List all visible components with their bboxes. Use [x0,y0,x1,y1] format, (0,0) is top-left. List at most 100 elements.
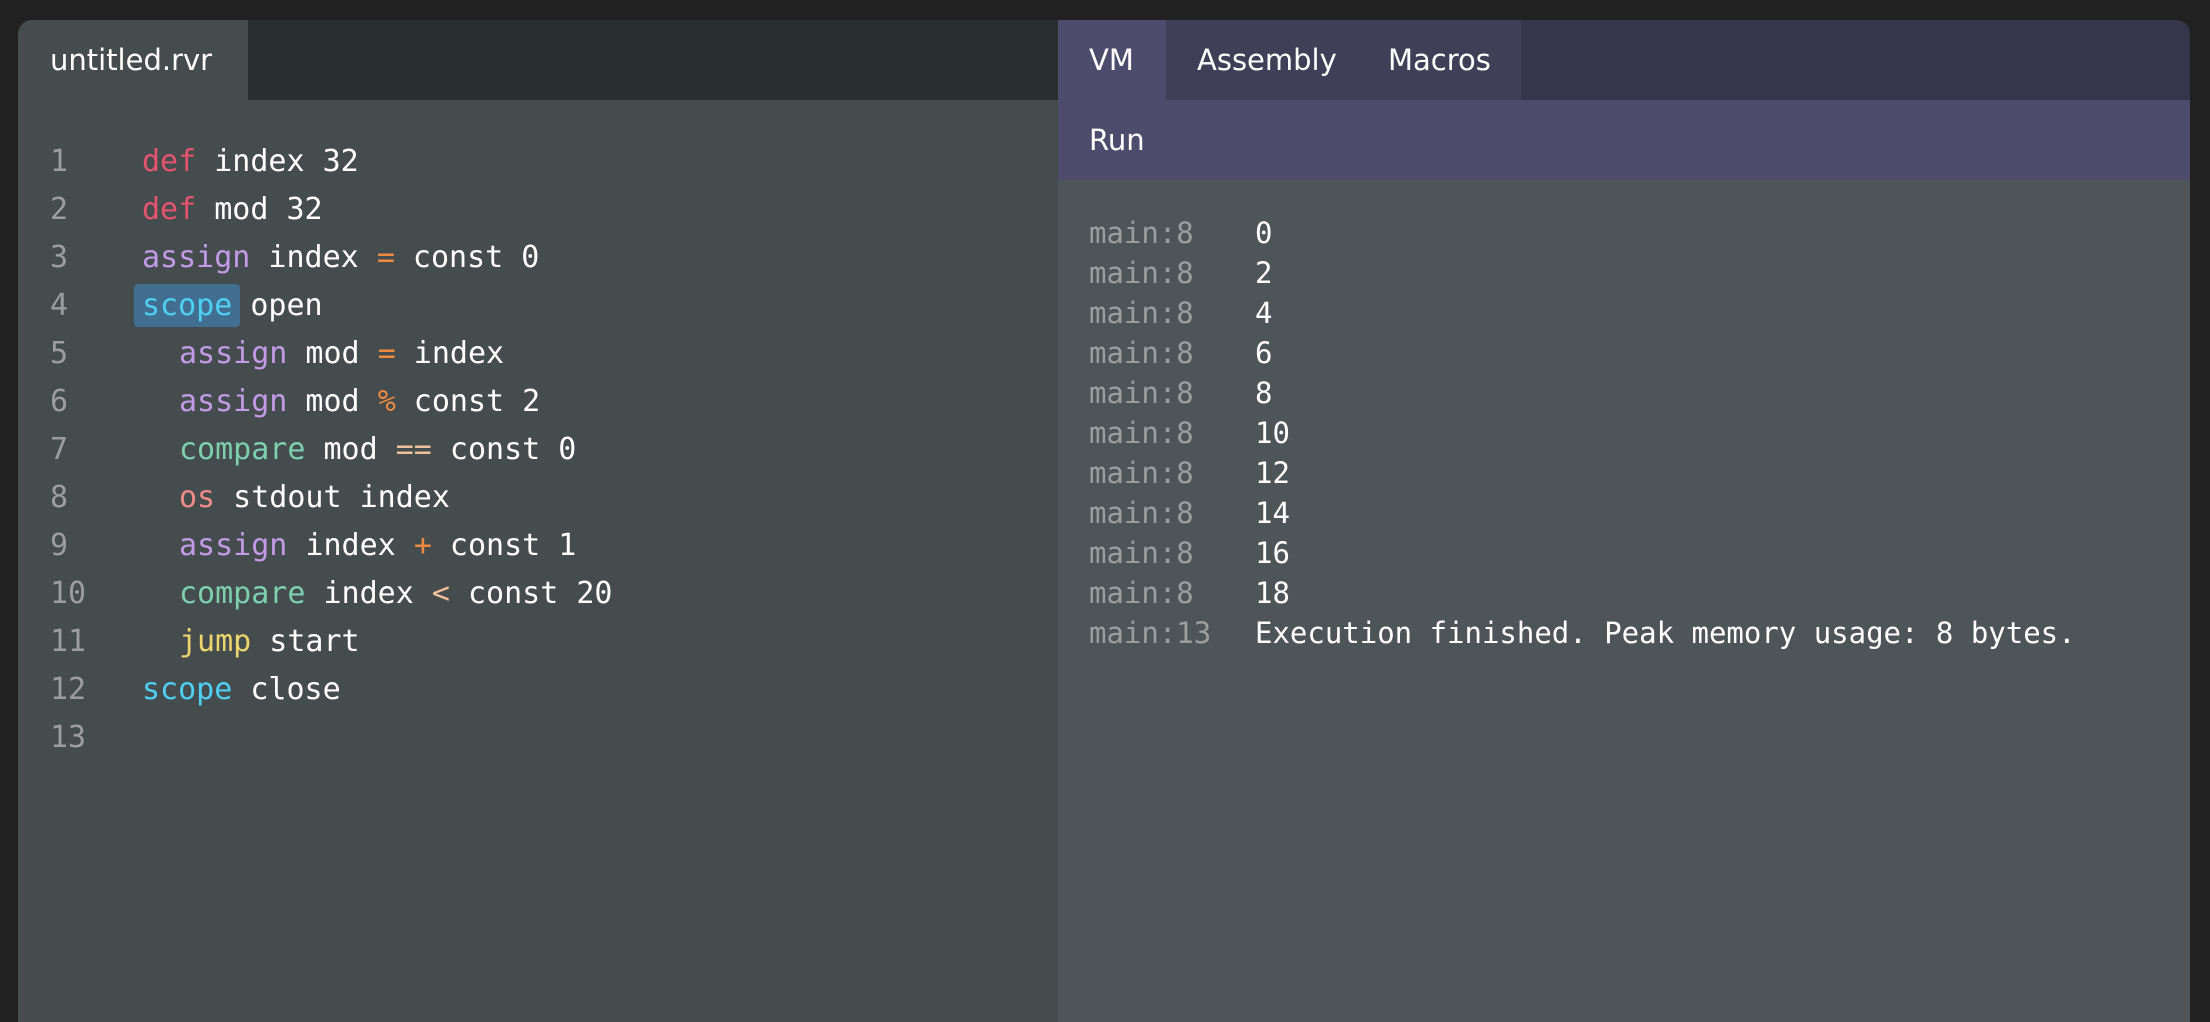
output-location: main:8 [1089,536,1194,570]
line-content: assign index + const 1 [142,528,576,563]
line-number: 10 [50,575,87,611]
code-text: mod [287,383,378,419]
code-text: mod [305,431,396,467]
code-text: index [250,239,377,275]
output-line: main:8 16 [1089,533,2190,573]
line-content: assign index = const 0 [142,240,539,275]
output-message: 8 [1255,376,1273,410]
code-line[interactable]: 6 assign mod % const 2 [18,377,1058,425]
output-line: main:8 2 [1089,253,2190,293]
keyword-scope: scope [134,283,241,327]
code-line[interactable]: 11 jump start [18,617,1058,665]
tab-untitled-rvr[interactable]: untitled.rvr [18,20,248,100]
code-line[interactable]: 9 assign index + const 1 [18,521,1058,569]
code-editor[interactable]: 1 def index 32 2 def mod 32 3 assign index = … [18,100,1058,1022]
editor-pane: untitled.rvr 1 def index 32 2 def mod 32 3 as… [18,20,1058,1022]
output-message: Execution finished. Peak memory usage: 8… [1255,616,2076,650]
code-line[interactable]: 4 scope open [18,281,1058,329]
code-text: index 32 [196,143,359,179]
app-window: untitled.rvr 1 def index 32 2 def mod 32 3 as… [18,20,2190,1022]
code-line[interactable]: 12 scope close [18,665,1058,713]
output-line: main:8 4 [1089,293,2190,333]
output-message: 14 [1255,496,1290,530]
line-content: assign mod = index [142,336,504,371]
code-line[interactable]: 13 [18,713,1058,761]
output-message: 2 [1255,256,1273,290]
code-line[interactable]: 2 def mod 32 [18,185,1058,233]
keyword-scope: scope [142,671,233,707]
line-number: 2 [50,191,69,227]
editor-tab-bar: untitled.rvr [18,20,1058,100]
code-text: close [232,671,341,707]
line-content: def mod 32 [142,192,323,227]
code-text: const 2 [395,383,541,419]
keyword-def: def [142,143,197,179]
run-button[interactable]: Run [1058,100,1165,180]
keyword-assign: assign [142,239,251,275]
output-message: 12 [1255,456,1290,490]
line-number: 6 [50,383,69,419]
code-text: const 1 [431,527,577,563]
line-content: assign mod % const 2 [142,384,540,419]
line-content: os stdout index [142,480,450,515]
code-text: const 0 [431,431,577,467]
operator-token: = [377,335,396,371]
output-location: main:8 [1089,336,1194,370]
line-number: 8 [50,479,69,515]
output-location: main:8 [1089,416,1194,450]
tab-vm[interactable]: VM [1058,20,1166,100]
tab-macros[interactable]: Macros [1362,20,1521,100]
code-text: mod 32 [196,191,323,227]
code-text: mod [287,335,378,371]
output-location: main:8 [1089,456,1194,490]
output-line: main:8 10 [1089,413,2190,453]
code-text: open [232,287,323,323]
code-line[interactable]: 7 compare mod == const 0 [18,425,1058,473]
keyword-jump: jump [179,623,252,659]
output-message: 16 [1255,536,1290,570]
keyword-compare: compare [179,431,306,467]
output-location: main:8 [1089,576,1194,610]
code-line[interactable]: 1 def index 32 [18,137,1058,185]
output-line: main:8 8 [1089,373,2190,413]
output-location: main:8 [1089,256,1194,290]
line-content: scope open [134,283,323,327]
code-text: index [395,335,505,371]
output-location: main:8 [1089,296,1194,330]
code-line[interactable]: 5 assign mod = index [18,329,1058,377]
keyword-assign: assign [179,383,288,419]
line-content: jump start [142,624,360,659]
code-text: stdout index [215,479,450,515]
line-content: scope close [142,672,341,707]
line-number: 12 [50,671,87,707]
code-line[interactable]: 3 assign index = const 0 [18,233,1058,281]
output-location: main:8 [1089,496,1194,530]
line-number: 13 [50,719,87,755]
keyword-assign: assign [179,527,288,563]
output-message: 10 [1255,416,1290,450]
vm-toolbar: Run [1058,100,2190,180]
output-line: main:8 12 [1089,453,2190,493]
code-text: start [251,623,360,659]
line-number: 9 [50,527,69,563]
operator-token: < [431,575,450,611]
vm-output-console: main:8 0 main:8 2 main:8 4 main:8 6 main:8 8 main:… [1058,180,2190,1022]
keyword-assign: assign [179,335,288,371]
output-line: main:8 0 [1089,213,2190,253]
operator-token: == [395,431,432,467]
output-location: main:13 [1089,616,1212,650]
operator-token: % [377,383,396,419]
code-text: index [305,575,432,611]
output-message: 0 [1255,216,1273,250]
tab-assembly[interactable]: Assembly [1166,20,1362,100]
output-message: 6 [1255,336,1273,370]
code-line[interactable]: 8 os stdout index [18,473,1058,521]
operator-token: = [376,239,395,275]
code-line[interactable]: 10 compare index < const 20 [18,569,1058,617]
output-location: main:8 [1089,216,1194,250]
keyword-def: def [142,191,197,227]
output-line: main:8 6 [1089,333,2190,373]
line-number: 4 [50,287,69,323]
output-line: main:13 Execution finished. Peak memory u… [1089,613,2190,653]
keyword-os: os [179,479,216,515]
